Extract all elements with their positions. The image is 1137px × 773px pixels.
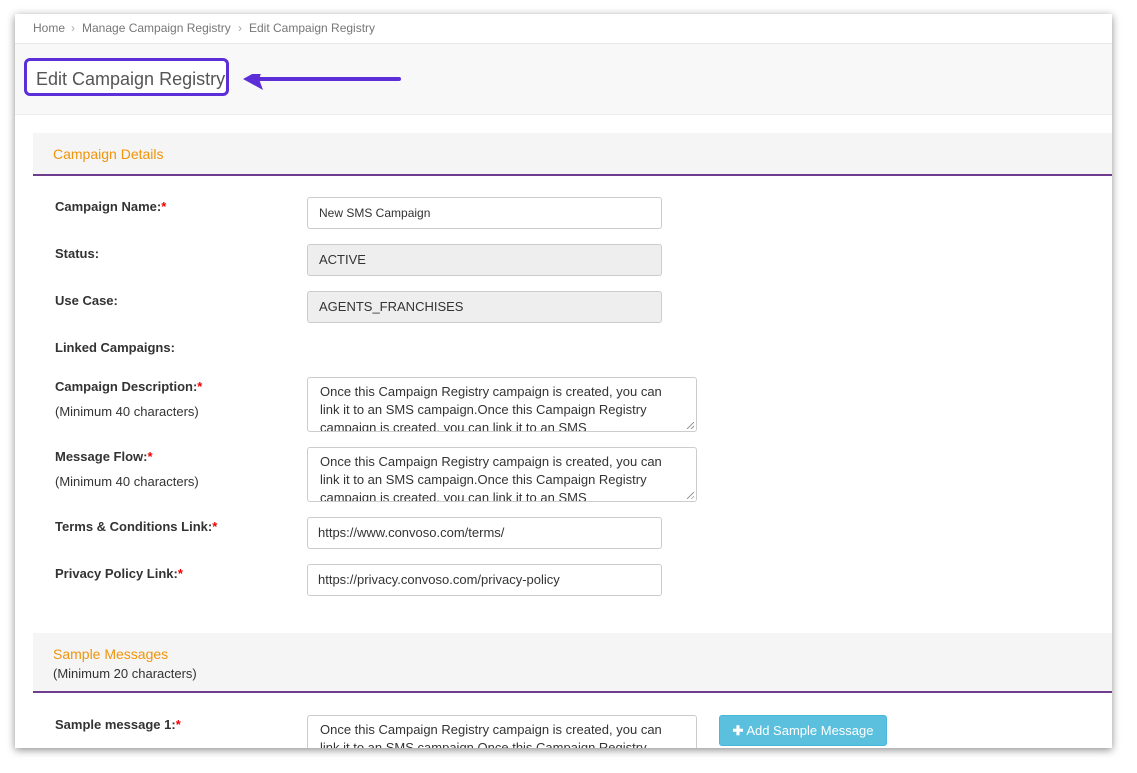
page-title: Edit Campaign Registry: [36, 69, 226, 89]
required-marker: *: [147, 449, 153, 464]
privacy-link-input[interactable]: https://privacy.convoso.com/privacy-poli…: [307, 564, 662, 596]
add-sample-message-label: Add Sample Message: [746, 723, 874, 738]
title-highlight-box: Edit Campaign Registry: [24, 58, 229, 96]
use-case-label: Use Case:: [55, 293, 118, 308]
campaign-description-textarea[interactable]: Once this Campaign Registry campaign is …: [307, 377, 697, 432]
linked-campaigns-label: Linked Campaigns:: [55, 340, 175, 355]
breadcrumb: Home › Manage Campaign Registry › Edit C…: [15, 14, 1112, 44]
sample-messages-hint: (Minimum 20 characters): [53, 666, 197, 681]
page-header: Edit Campaign Registry: [15, 44, 1112, 115]
sample-messages-title: Sample Messages: [53, 646, 169, 662]
sample-messages-header: Sample Messages (Minimum 20 characters): [33, 633, 1112, 693]
required-marker: *: [161, 199, 167, 214]
required-marker: *: [175, 717, 181, 732]
message-flow-hint: (Minimum 40 characters): [55, 474, 199, 489]
chevron-right-icon: ›: [71, 21, 75, 35]
resize-handle-icon[interactable]: [687, 422, 694, 429]
chevron-right-icon: ›: [238, 21, 242, 35]
campaign-name-label: Campaign Name:*: [55, 199, 167, 214]
plus-icon: ✚: [732, 723, 744, 738]
status-field: ACTIVE: [307, 244, 662, 276]
campaign-details-title: Campaign Details: [53, 146, 164, 162]
breadcrumb-home[interactable]: Home: [33, 21, 65, 35]
left-arrow-annotation-icon: [243, 74, 401, 90]
resize-handle-icon[interactable]: [687, 492, 694, 499]
required-marker: *: [177, 566, 183, 581]
privacy-link-label: Privacy Policy Link:*: [55, 566, 183, 581]
terms-link-label: Terms & Conditions Link:*: [55, 519, 218, 534]
status-label: Status:: [55, 246, 100, 261]
campaign-description-label: Campaign Description:*: [55, 379, 203, 394]
use-case-field: AGENTS_FRANCHISES: [307, 291, 662, 323]
breadcrumb-manage-campaign-registry[interactable]: Manage Campaign Registry: [82, 21, 231, 35]
app-window: Home › Manage Campaign Registry › Edit C…: [15, 14, 1112, 748]
message-flow-textarea[interactable]: Once this Campaign Registry campaign is …: [307, 447, 697, 502]
required-marker: *: [212, 519, 218, 534]
terms-link-input[interactable]: https://www.convoso.com/terms/: [307, 517, 662, 549]
sample-message-1-label: Sample message 1:*: [55, 717, 181, 732]
add-sample-message-button[interactable]: ✚ Add Sample Message: [719, 715, 887, 746]
message-flow-label: Message Flow:*: [55, 449, 153, 464]
breadcrumb-current: Edit Campaign Registry: [249, 21, 376, 35]
campaign-name-input[interactable]: New SMS Campaign: [307, 197, 662, 229]
sample-message-1-textarea[interactable]: Once this Campaign Registry campaign is …: [307, 715, 697, 748]
campaign-description-hint: (Minimum 40 characters): [55, 404, 199, 419]
campaign-details-header: Campaign Details: [33, 133, 1112, 176]
main-content: Campaign Details Campaign Name:* New SMS…: [15, 115, 1112, 748]
required-marker: *: [197, 379, 203, 394]
